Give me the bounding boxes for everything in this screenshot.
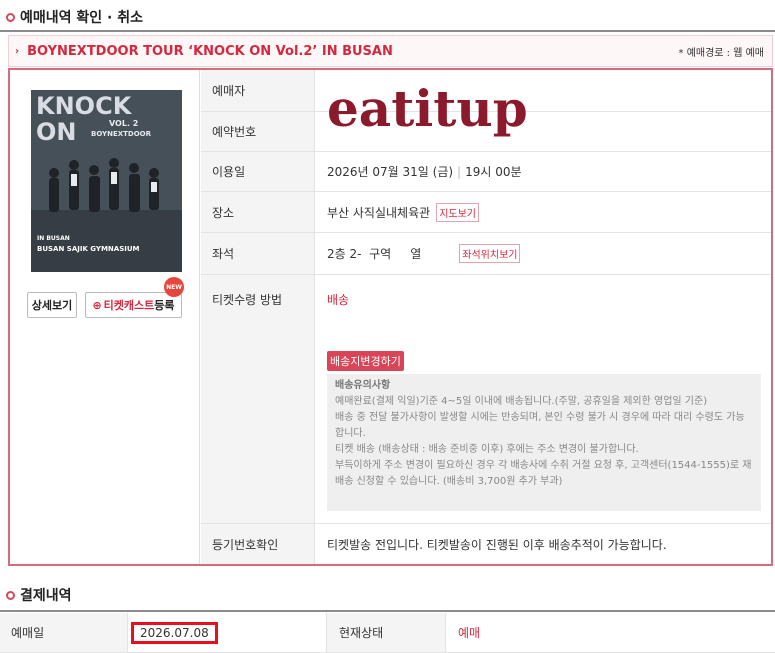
divider: [0, 30, 775, 32]
ticket-icon: ⊕: [92, 298, 102, 312]
seat-label: 좌석: [201, 233, 315, 274]
payment-row: 예매일 2026.07.08 현재상태 예매: [0, 613, 775, 653]
seat-value: 2층 2- 구역 열 좌석위치보기: [316, 233, 771, 274]
map-button[interactable]: 지도보기: [436, 202, 479, 222]
status-label: 현재상태: [326, 613, 446, 652]
registered-mail-label: 등기번호확인: [201, 524, 315, 564]
date-value: 2026년 07월 31일 (금) | 19시 00분: [316, 152, 771, 191]
seat-map-button[interactable]: 좌석위치보기: [459, 244, 521, 263]
booker-label: 예매자: [201, 70, 315, 111]
register-label: 등록: [154, 299, 175, 312]
booking-route: * 예매경로 : 웹 예매: [678, 47, 764, 59]
booking-date-highlight: 2026.07.08: [131, 621, 218, 644]
receive-value: 배송 배송지변경하기 배송유의사항 예매완료(결제 익일)기준 4~5일 이내에…: [316, 275, 771, 523]
change-address-button[interactable]: 배송지변경하기: [327, 351, 404, 371]
row-venue: 장소 부산 사직실내체육관 지도보기: [201, 192, 771, 233]
poster-artist: BOYNEXTDOOR: [91, 130, 152, 138]
bullet-icon: [6, 12, 15, 22]
caret-right-icon: ›: [15, 45, 20, 57]
notice-line: 티켓 배송 (배송상태 : 배송 준비중 이후) 후에는 주소 변경이 불가합니…: [335, 444, 639, 455]
section-title-payment: 결제내역: [6, 585, 72, 605]
section-title-text: 예매내역 확인 · 취소: [20, 10, 143, 26]
booking-date-value: 2026.07.08: [128, 613, 326, 652]
show-title: › BOYNEXTDOOR TOUR ‘KNOCK ON Vol.2’ IN B…: [15, 44, 393, 59]
watermark: eatitup: [327, 79, 528, 138]
ticketcast-label: 티켓캐스트: [103, 299, 155, 312]
section-title-booking: 예매내역 확인 · 취소: [6, 7, 143, 27]
receive-label: 티켓수령 방법: [201, 275, 315, 523]
notice-line: 부득이하게 주소 변경이 필요하신 경우 각 배송사에 수취 거절 요청 후, …: [335, 460, 752, 487]
poster-city: IN BUSAN: [37, 235, 70, 242]
notice-title: 배송유의사항: [335, 380, 391, 391]
show-header: › BOYNEXTDOOR TOUR ‘KNOCK ON Vol.2’ IN B…: [8, 35, 773, 67]
poster-vol: VOL. 2: [109, 119, 138, 128]
row-date: 이용일 2026년 07월 31일 (금) | 19시 00분: [201, 152, 771, 192]
delivery-method: 배송: [327, 293, 350, 307]
delivery-notice: 배송유의사항 예매완료(결제 익일)기준 4~5일 이내에 배송됩니다.(주말,…: [327, 374, 761, 511]
row-seat: 좌석 2층 2- 구역 열 좌석위치보기: [201, 233, 771, 275]
status-value: 예매: [458, 626, 481, 640]
detail-view-button[interactable]: 상세보기: [27, 292, 77, 318]
divider: [0, 610, 775, 612]
booking-date-label: 예매일: [0, 613, 128, 652]
poster-title-2: ON: [36, 118, 77, 146]
bullet-icon: [6, 590, 15, 600]
poster-title-1: KNOCK: [36, 92, 133, 120]
row-receive-method: 티켓수령 방법 배송 배송지변경하기 배송유의사항 예매완료(결제 익일)기준 …: [201, 275, 771, 524]
section-title-text: 결제내역: [20, 588, 72, 604]
date-label: 이용일: [201, 152, 315, 191]
venue-value: 부산 사직실내체육관 지도보기: [316, 192, 771, 232]
show-title-text: BOYNEXTDOOR TOUR ‘KNOCK ON Vol.2’ IN BUS…: [27, 43, 393, 59]
poster-column: KNOCK ON VOL. 2 BOYNEXTDOOR IN BUSAN BUS…: [10, 70, 200, 564]
row-registered-mail: 등기번호확인 티켓발송 전입니다. 티켓발송이 진행된 이후 배송추적이 가능합…: [201, 524, 771, 564]
seat-text: 2층 2- 구역 열: [327, 247, 422, 261]
separator: |: [457, 164, 462, 179]
poster-venue: BUSAN SAJIK GYMNASIUM: [37, 245, 140, 253]
notice-line: 예매완료(결제 익일)기준 4~5일 이내에 배송됩니다.(주말, 공휴일을 제…: [335, 396, 708, 407]
booking-detail-box: KNOCK ON VOL. 2 BOYNEXTDOOR IN BUSAN BUS…: [8, 68, 773, 566]
ticketcast-register-button[interactable]: ⊕ 티켓캐스트 등록: [85, 292, 182, 318]
event-date: 2026년 07월 31일 (금): [327, 165, 454, 179]
registered-mail-value: 티켓발송 전입니다. 티켓발송이 진행된 이후 배송추적이 가능합니다.: [327, 537, 667, 552]
show-poster[interactable]: KNOCK ON VOL. 2 BOYNEXTDOOR IN BUSAN BUS…: [31, 90, 182, 272]
venue-name: 부산 사직실내체육관: [327, 205, 431, 220]
event-time: 19시 00분: [465, 165, 522, 179]
venue-label: 장소: [201, 192, 315, 232]
new-badge: NEW: [164, 277, 184, 297]
notice-line: 배송 중 전달 불가사항이 발생할 시에는 반송되며, 본인 수령 불가 시 경…: [335, 412, 745, 439]
booking-number-label: 예약번호: [201, 112, 315, 151]
